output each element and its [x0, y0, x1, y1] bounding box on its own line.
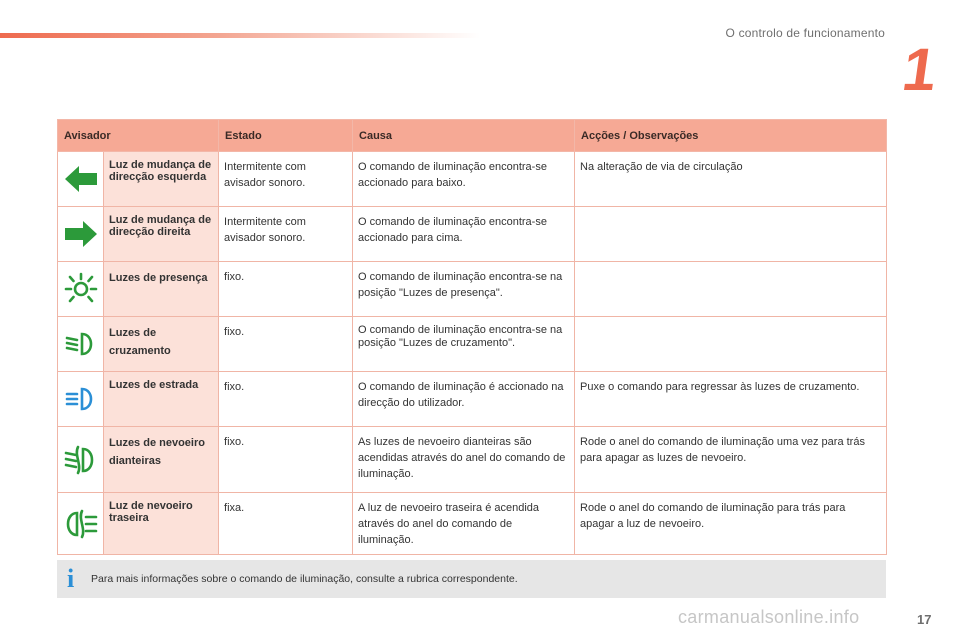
indicator-name: Luzes de nevoeiro dianteiras: [102, 426, 220, 493]
estado-cell: Intermitente com avisador sonoro.: [218, 206, 354, 262]
icon-cell: [57, 492, 104, 555]
estado-cell: fixo.: [218, 371, 354, 427]
indicator-name: Luz de mudança de direcção direita: [102, 206, 220, 262]
accoes-cell: Puxe o comando para regressar às luzes d…: [574, 371, 888, 427]
info-text: Para mais informações sobre o comando de…: [91, 573, 518, 585]
accoes-cell: Rode o anel do comando de iluminação par…: [574, 492, 888, 555]
page-number: 17: [917, 612, 932, 627]
causa-cell: O comando de iluminação encontra-se acci…: [352, 151, 576, 207]
accoes-cell: [574, 206, 888, 262]
warning-lights-table: Avisador Estado Causa Acções / Observaçõ…: [56, 119, 888, 555]
causa-cell: O comando de iluminação encontra-se acci…: [352, 206, 576, 262]
estado-cell: fixo.: [218, 261, 354, 317]
accoes-cell: Na alteração de via de circulação: [574, 151, 888, 207]
main-beam-icon: [65, 387, 92, 411]
table-header-row: Avisador Estado Causa Acções / Observaçõ…: [56, 119, 888, 152]
causa-cell: As luzes de nevoeiro dianteiras são acen…: [352, 426, 576, 493]
info-icon: i: [67, 564, 75, 593]
table-row: Luzes de presença fixo. O comando de ilu…: [57, 261, 888, 317]
column-header-avisador: Avisador: [56, 119, 220, 152]
causa-cell: O comando de iluminação é accionado na d…: [352, 371, 576, 427]
watermark: carmanualsonline.info: [678, 607, 860, 627]
section-title: O controlo de funcionamento: [725, 26, 885, 40]
icon-cell: [57, 151, 104, 207]
table-row: Luzes de cruzamento fixo. O comando de i…: [57, 316, 888, 372]
indicator-name: Luzes de presença: [102, 261, 220, 317]
rear-fog-icon: [66, 509, 97, 538]
indicator-name: Luzes de estrada: [102, 371, 220, 427]
icon-cell: [57, 426, 104, 493]
table-row: Luz de mudança de direcção esquerda Inte…: [57, 151, 888, 207]
dipped-beam-icon: [65, 332, 92, 356]
sidelights-icon: [64, 272, 97, 303]
table-row: Luz de mudança de direcção direita Inter…: [57, 206, 888, 262]
indicator-name: Luzes de cruzamento: [102, 316, 220, 372]
accoes-cell: [574, 316, 888, 372]
table-row: Luzes de nevoeiro dianteiras fixo. As lu…: [57, 426, 888, 493]
arrow-left-green-icon: [64, 166, 97, 192]
header-accent-bar: [0, 33, 480, 38]
indicator-name: Luz de mudança de direcção esquerda: [102, 151, 220, 207]
estado-cell: Intermitente com avisador sonoro.: [218, 151, 354, 207]
accoes-cell: [574, 261, 888, 317]
arrow-right-green-icon: [64, 221, 97, 247]
estado-cell: fixo.: [218, 426, 354, 493]
causa-cell: A luz de nevoeiro traseira é acendida at…: [352, 492, 576, 555]
estado-cell: fixo.: [218, 316, 354, 372]
info-box: i Para mais informações sobre o comando …: [57, 560, 886, 598]
causa-cell: O comando de iluminação encontra-se na p…: [352, 261, 576, 317]
column-header-accoes: Acções / Observações: [574, 119, 888, 152]
table-row: Luzes de estrada fixo. O comando de ilum…: [57, 371, 888, 427]
chapter-number: 1: [898, 36, 942, 103]
accoes-cell: Rode o anel do comando de iluminação uma…: [574, 426, 888, 493]
icon-cell: [57, 261, 104, 317]
causa-cell: O comando de iluminação encontra-se na p…: [352, 316, 576, 372]
column-header-estado: Estado: [218, 119, 354, 152]
icon-cell: [57, 371, 104, 427]
table-row: Luz de nevoeiro traseira fixa. A luz de …: [57, 492, 888, 555]
icon-cell: [57, 316, 104, 372]
icon-cell: [57, 206, 104, 262]
indicator-name: Luz de nevoeiro traseira: [102, 492, 220, 555]
column-header-causa: Causa: [352, 119, 576, 152]
front-fog-icon: [64, 445, 93, 474]
estado-cell: fixa.: [218, 492, 354, 555]
